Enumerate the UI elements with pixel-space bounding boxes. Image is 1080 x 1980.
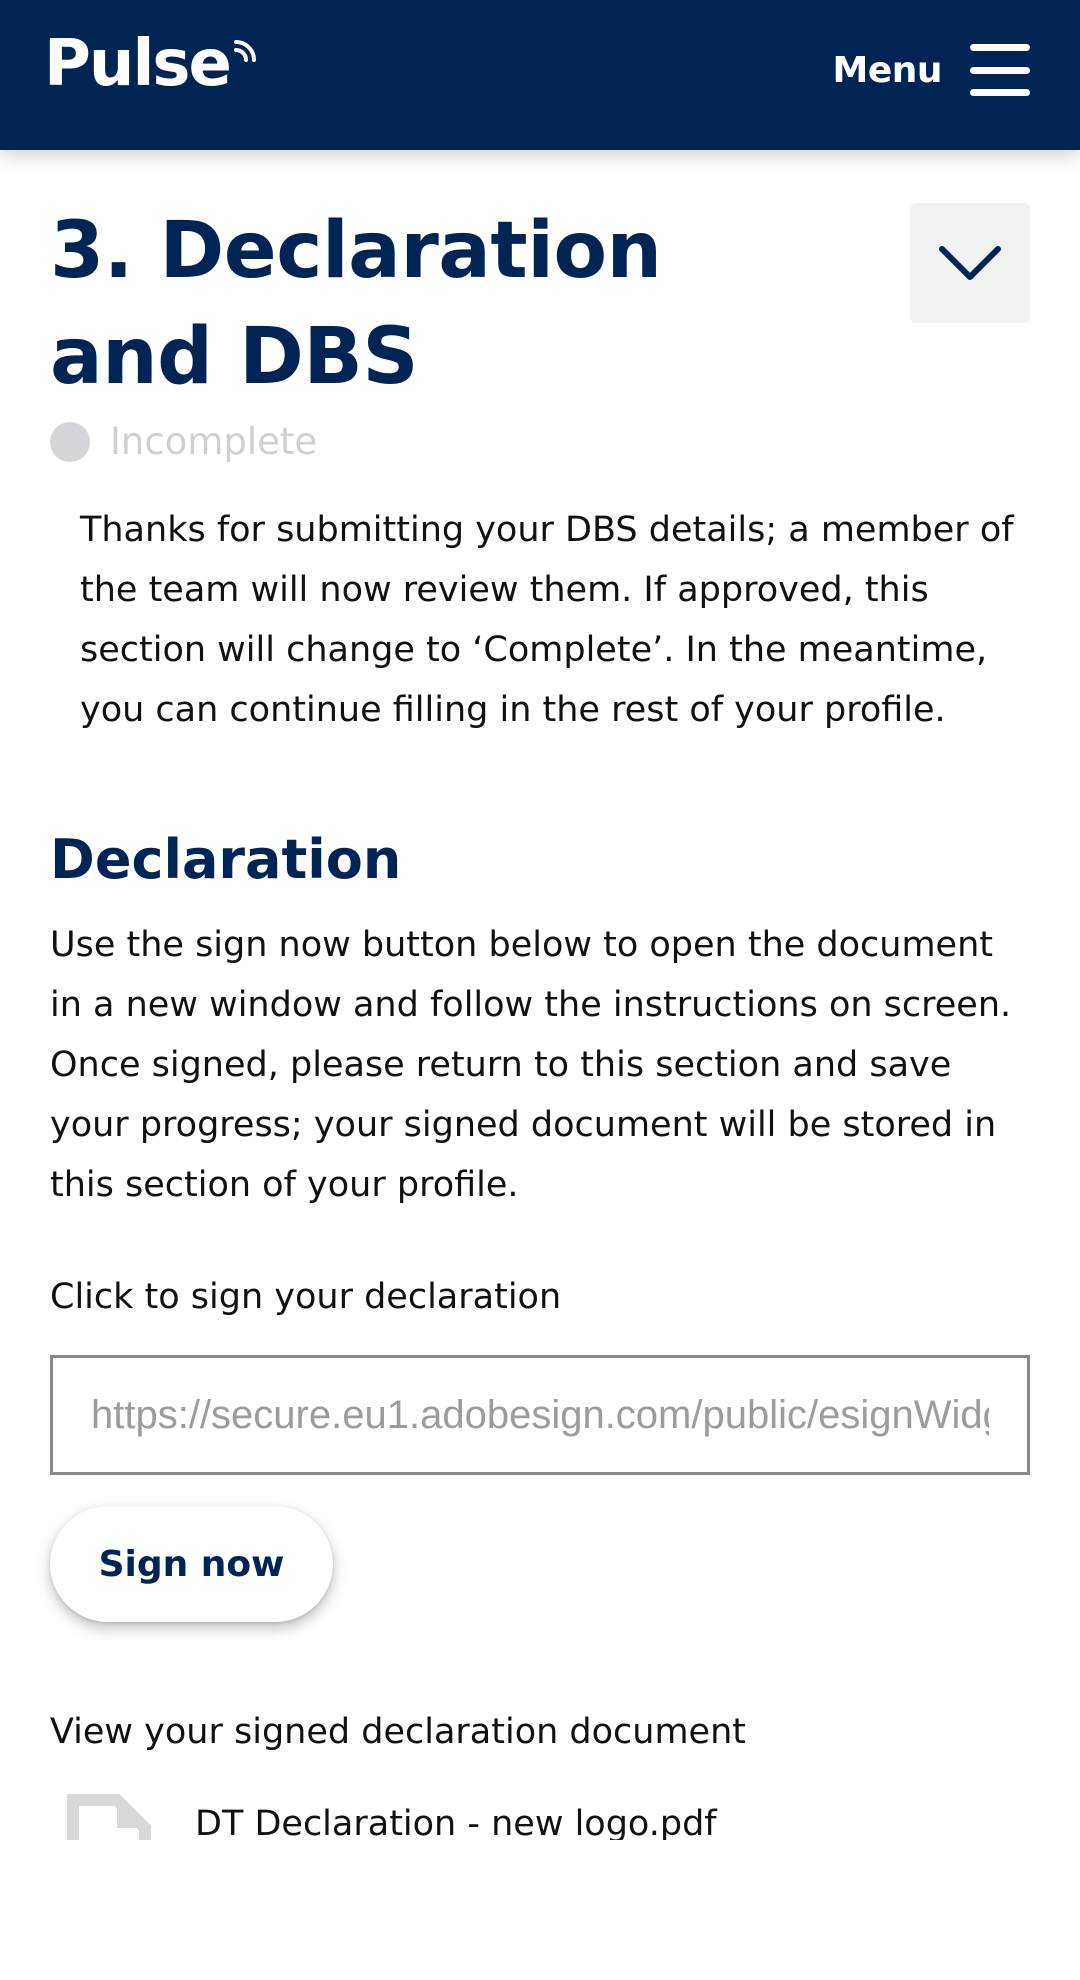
pulse-logo[interactable]: Pulse [44, 32, 266, 96]
signal-waves-icon [233, 40, 256, 62]
status-dot-icon [50, 421, 90, 462]
submission-notice: Thanks for submitting your DBS details; … [80, 510, 1014, 730]
chevron-down-icon [939, 246, 1001, 280]
view-document-label: View your signed declaration document [50, 1712, 747, 1752]
declaration-heading: Declaration [50, 828, 402, 891]
menu-label: Menu [832, 49, 943, 91]
menu-button[interactable]: Menu [832, 38, 1030, 102]
declaration-url-field[interactable] [50, 1355, 1030, 1475]
sign-declaration-label: Click to sign your declaration [50, 1277, 562, 1317]
status-text: Incomplete [110, 420, 318, 463]
main-content: 3. Declaration and DBS Incomplete Thanks… [50, 150, 1030, 1840]
section-header: 3. Declaration and DBS Incomplete [50, 150, 1030, 463]
status-indicator: Incomplete [50, 420, 317, 463]
document-name: DT Declaration - new logo.pdf [195, 1804, 717, 1840]
logo-text: Pulse [44, 27, 232, 101]
signed-document-link[interactable]: DT Declaration - new logo.pdf [65, 1792, 1030, 1840]
collapse-section-button[interactable] [910, 203, 1030, 323]
app-header: Pulse Menu [0, 0, 1080, 150]
hamburger-icon [970, 44, 1030, 96]
declaration-instructions: Use the sign now button below to open th… [50, 925, 1012, 1205]
section-title: 3. Declaration and DBS [50, 206, 662, 402]
sign-now-button[interactable]: Sign now [50, 1506, 333, 1622]
pdf-file-icon [67, 1794, 151, 1840]
